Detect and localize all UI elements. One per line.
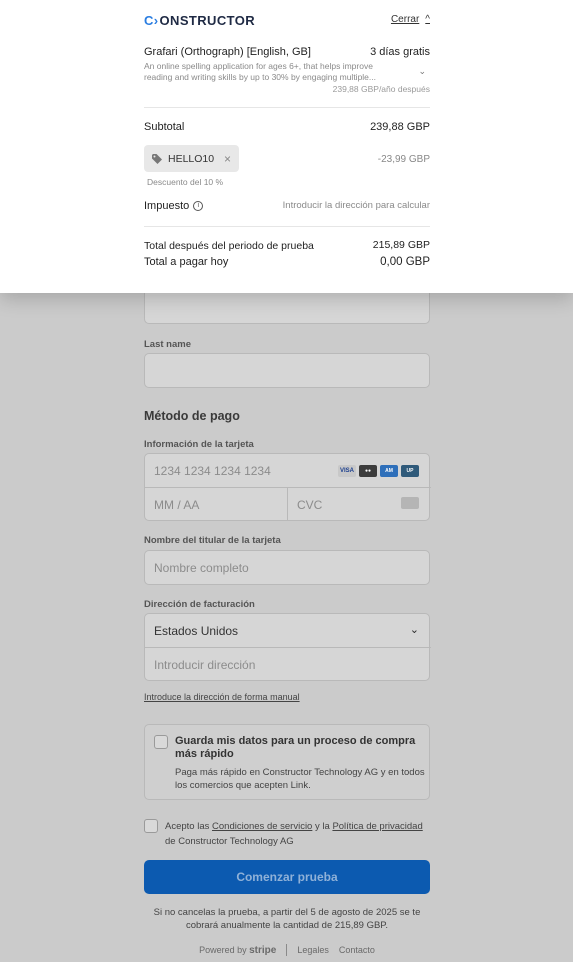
summary-divider <box>144 226 430 227</box>
terms-of-service-link[interactable]: Condiciones de servicio <box>212 821 312 832</box>
card-group: 1234 1234 1234 1234 VISA ●● AM UP MM / A… <box>144 453 431 521</box>
last-name-label: Last name <box>144 339 191 350</box>
trial-label: 3 días gratis <box>370 46 430 58</box>
after-trial-total-label: Total después del periodo de prueba <box>144 240 314 252</box>
close-summary-button[interactable]: Cerrar ^ <box>391 14 430 25</box>
powered-by-text: Powered by <box>199 944 247 955</box>
product-description: An online spelling application for ages … <box>144 61 376 82</box>
promo-code: HELLO10 <box>168 152 215 165</box>
terms-and: y la <box>315 821 330 832</box>
tax-label: Impuesto i <box>144 200 204 212</box>
logo-text: ONSTRUCTOR <box>159 13 256 28</box>
promo-code-chip: HELLO10 × <box>144 145 239 172</box>
subtotal-value: 239,88 GBP <box>370 121 430 133</box>
subtotal-label: Subtotal <box>144 121 185 133</box>
info-icon[interactable]: i <box>193 201 204 211</box>
card-row-divider <box>145 487 431 488</box>
card-number-input[interactable]: 1234 1234 1234 1234 <box>154 464 271 478</box>
summary-divider <box>144 107 430 108</box>
cvc-input[interactable]: CVC <box>297 498 322 512</box>
product-name: Grafari (Orthograph) [English, GB] <box>144 46 311 58</box>
order-summary-panel: C› ONSTRUCTOR Cerrar ^ Grafari (Orthogra… <box>0 0 573 293</box>
stripe-logo: stripe <box>249 944 277 956</box>
start-trial-button[interactable]: Comenzar prueba <box>144 860 430 894</box>
tag-icon <box>152 153 162 164</box>
discount-note: Descuento del 10 % <box>147 177 224 187</box>
close-label: Cerrar <box>390 14 420 25</box>
payment-method-title: Método de pago <box>144 409 240 423</box>
save-info-title: Guarda mis datos para un proceso de comp… <box>175 735 416 760</box>
cardholder-input[interactable]: Nombre completo <box>144 550 430 585</box>
footer-divider <box>286 944 288 956</box>
logo-mark: C› <box>144 13 159 28</box>
trial-notice: Si no cancelas la prueba, a partir del 5… <box>153 907 421 931</box>
privacy-policy-link[interactable]: Política de privacidad <box>332 821 422 832</box>
save-info-box: Guarda mis datos para un proceso de comp… <box>144 724 430 800</box>
terms-suffix: de Constructor Technology AG <box>165 836 294 847</box>
discount-value: -23,99 GBP <box>377 154 430 165</box>
manual-address-link[interactable]: Introduce la dirección de forma manual <box>144 692 300 702</box>
terms-prefix: Acepto las <box>165 821 210 832</box>
billing-group: Estados Unidos ⌄ Introducir dirección <box>144 613 431 681</box>
amex-icon: AM <box>380 465 398 477</box>
due-today-value: 0,00 GBP <box>380 256 430 268</box>
unionpay-icon: UP <box>401 465 419 477</box>
save-info-description: Paga más rápido en Constructor Technolog… <box>175 767 425 791</box>
expiry-cvc-divider <box>287 488 288 521</box>
after-trial-total-value: 215,89 GBP <box>372 239 430 251</box>
address-input[interactable]: Introducir dirección <box>154 658 255 672</box>
billing-address-label: Dirección de facturación <box>144 599 255 610</box>
chevron-down-icon[interactable]: ⌄ <box>418 66 426 77</box>
expiry-input[interactable]: MM / AA <box>154 498 199 512</box>
constructor-logo: C› ONSTRUCTOR <box>144 13 255 28</box>
billing-row-divider <box>145 647 431 648</box>
mastercard-icon: ●● <box>359 465 377 477</box>
country-select[interactable]: Estados Unidos <box>154 624 238 638</box>
save-info-checkbox[interactable] <box>154 735 168 749</box>
powered-by-stripe[interactable]: Powered by stripe <box>199 945 276 956</box>
price-after-trial: 239,88 GBP/año después <box>332 84 430 94</box>
card-info-label: Información de la tarjeta <box>144 439 254 450</box>
cardholder-label: Nombre del titular de la tarjeta <box>144 535 281 546</box>
legal-link[interactable]: Legales <box>297 945 329 955</box>
chevron-down-icon[interactable]: ⌄ <box>410 623 419 636</box>
footer: Powered by stripe Legales Contacto <box>144 944 430 956</box>
tax-value: Introducir la dirección para calcular <box>282 200 430 211</box>
card-brand-logos: VISA ●● AM UP <box>338 465 419 477</box>
visa-icon: VISA <box>338 465 356 477</box>
contact-link[interactable]: Contacto <box>339 945 375 955</box>
last-name-input[interactable] <box>144 353 430 388</box>
terms-text: Acepto las Condiciones de servicio y la … <box>165 819 431 849</box>
cvc-card-icon <box>401 497 419 509</box>
cardholder-placeholder: Nombre completo <box>154 561 249 575</box>
terms-checkbox[interactable] <box>144 819 158 833</box>
tax-label-text: Impuesto <box>144 200 190 212</box>
due-today-label: Total a pagar hoy <box>144 256 229 268</box>
remove-promo-icon[interactable]: × <box>224 152 231 166</box>
chevron-up-icon: ^ <box>425 14 430 25</box>
